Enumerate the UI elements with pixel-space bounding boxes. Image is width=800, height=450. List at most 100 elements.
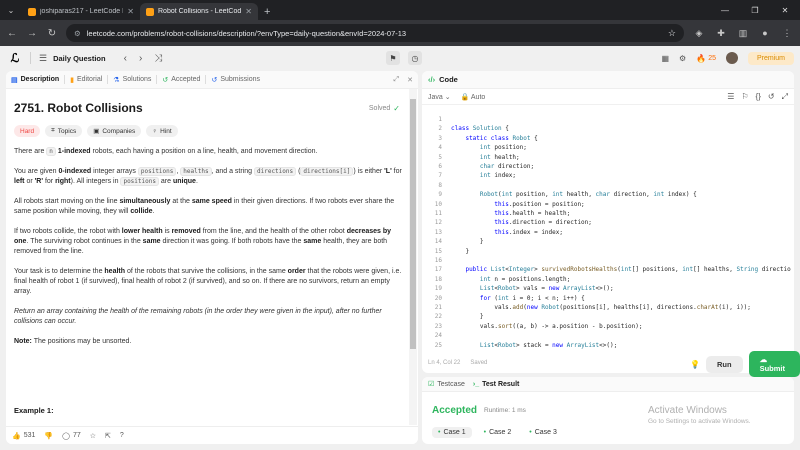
prev-problem-icon[interactable]: ‹ (124, 53, 127, 64)
close-tab-icon[interactable]: ✕ (127, 7, 134, 16)
case-tab-3[interactable]: • Case 3 (523, 427, 563, 438)
case-tab-1[interactable]: • Case 1 (432, 427, 472, 438)
language-select[interactable]: Java ⌄ (428, 93, 451, 101)
panel-close-icon[interactable]: ✕ (407, 76, 413, 84)
code-line[interactable]: 1 (422, 115, 794, 124)
braces-icon[interactable]: {} (756, 92, 761, 102)
menu-dots-icon[interactable]: ⋮ (780, 26, 794, 40)
auto-mode-toggle[interactable]: 🔒 Auto (461, 93, 486, 101)
code-line[interactable]: 17 public List<Integer> survivedRobotsHe… (422, 265, 794, 274)
code-line[interactable]: 4 int position; (422, 143, 794, 152)
code-line[interactable]: 7 int index; (422, 171, 794, 180)
share-icon[interactable]: ⇱ (105, 432, 111, 440)
description-scrollbar[interactable] (409, 89, 417, 425)
extension-icon[interactable]: ◈ (692, 26, 706, 40)
tab-search-icon[interactable]: ⌄ (0, 0, 22, 20)
bookmark-icon[interactable]: ⚐ (741, 92, 748, 102)
code-line[interactable]: 25 List<Robot> stack = new ArrayList<>()… (422, 341, 794, 350)
code-line[interactable]: 22 } (422, 312, 794, 321)
help-icon[interactable]: ? (120, 432, 124, 439)
star-icon[interactable]: ☆ (90, 432, 96, 440)
profile-icon[interactable]: ● (758, 26, 772, 40)
daily-question-label[interactable]: Daily Question (53, 54, 106, 63)
scrollbar-thumb[interactable] (410, 99, 416, 349)
code-line[interactable]: 24 (422, 331, 794, 340)
tab-description[interactable]: ▤ Description (11, 76, 59, 84)
line-number: 25 (434, 341, 442, 349)
code-line[interactable]: 23 vals.sort((a, b) -> a.position - b.po… (422, 322, 794, 331)
code-line[interactable]: 12 this.direction = direction; (422, 218, 794, 227)
tab-accepted[interactable]: ↺ Accepted (162, 76, 200, 84)
problem-title[interactable]: 2751. Robot Collisions (14, 101, 143, 115)
code-text: for (int i = 0; i < n; i++) { (479, 294, 585, 302)
code-line[interactable]: 13 this.index = index; (422, 228, 794, 237)
tab-solutions[interactable]: ⚗ Solutions (113, 76, 151, 84)
maximize-icon[interactable]: ⤢ (394, 76, 400, 84)
code-line[interactable]: 3 static class Robot { (422, 134, 794, 143)
submit-button[interactable]: ☁ Submit (748, 351, 800, 377)
close-window-icon[interactable]: ✕ (770, 0, 800, 20)
list-icon[interactable]: ☰ (39, 53, 47, 64)
fullscreen-icon[interactable]: ⤢ (782, 92, 788, 102)
code-text: } (451, 313, 484, 321)
timer-icon[interactable]: ◷ (408, 51, 422, 65)
tab-testcase[interactable]: ☑ Testcase (428, 380, 465, 389)
run-button[interactable]: Run (705, 355, 743, 373)
forward-icon[interactable]: → (26, 28, 38, 39)
code-line[interactable]: 15 } (422, 247, 794, 256)
code-text: vals.add(new Robot(positions[i], healths… (451, 304, 751, 311)
settings-icon[interactable]: ⚙ (679, 54, 686, 63)
tab-editorial[interactable]: ▮ Editorial (70, 76, 102, 84)
code-line[interactable]: 2 class Solution { (422, 124, 794, 133)
code-line[interactable]: 18 int n = positions.length; (422, 275, 794, 284)
new-tab-button[interactable]: + (258, 3, 276, 20)
streak-counter[interactable]: 🔥 25 (696, 54, 716, 63)
case-tab-2[interactable]: • Case 2 (478, 427, 518, 438)
tab-test-result[interactable]: ›_ Test Result (473, 381, 519, 388)
code-line[interactable]: 6 char direction; (422, 162, 794, 171)
bookmark-star-icon[interactable]: ☆ (668, 28, 676, 39)
code-line[interactable]: 16 (422, 256, 794, 265)
browser-tab-robot-collisions[interactable]: Robot Collisions - LeetCode ✕ (140, 3, 258, 20)
code-line[interactable]: 20 for (int i = 0; i < n; i++) { (422, 294, 794, 303)
avatar[interactable] (725, 52, 738, 64)
code-line[interactable]: 14 } (422, 237, 794, 246)
layout-icon[interactable]: ▦ (661, 54, 669, 63)
back-icon[interactable]: ← (6, 28, 18, 39)
code-line[interactable]: 19 List<Robot> vals = new ArrayList<>(); (422, 284, 794, 293)
code-editor[interactable]: 1 2 class Solution {3 static class Robot {… (422, 107, 794, 355)
next-problem-icon[interactable]: › (139, 53, 142, 64)
leetcode-header: ℒ ☰ Daily Question ‹ › ⤨ ⚑ ◷ ▦ ⚙ 🔥 25 Pre… (0, 46, 800, 70)
tab-submissions[interactable]: ↺ Submissions (211, 76, 260, 84)
browser-tab-profile[interactable]: joshiparas217 - LeetCode Profi ✕ (22, 3, 140, 20)
code-line[interactable]: 21 vals.add(new Robot(positions[i], heal… (422, 303, 794, 312)
reset-icon[interactable]: ↺ (768, 92, 775, 102)
debug-icon[interactable]: ⚑ (386, 51, 400, 65)
notes-icon[interactable]: ☰ (727, 92, 734, 102)
close-tab-icon[interactable]: ✕ (245, 7, 252, 16)
code-line[interactable]: 8 (422, 181, 794, 190)
comment-icon: ◯ (62, 432, 70, 440)
code-line[interactable]: 5 int health; (422, 153, 794, 162)
premium-button[interactable]: Premium (747, 51, 794, 65)
reload-icon[interactable]: ↻ (46, 28, 58, 39)
restore-icon[interactable]: ❐ (740, 0, 770, 20)
shuffle-icon[interactable]: ⤨ (154, 53, 162, 64)
site-info-icon[interactable]: ⚙ (74, 29, 81, 38)
code-line[interactable]: 9 Robot(int position, int health, char d… (422, 190, 794, 199)
lightbulb-icon[interactable]: 💡 (690, 360, 700, 369)
topics-tag[interactable]: ⌗ Topics (45, 125, 83, 137)
puzzle-icon[interactable]: ✚ (714, 26, 728, 40)
code-line[interactable]: 11 this.health = health; (422, 209, 794, 218)
sidebar-icon[interactable]: ▥ (736, 26, 750, 40)
code-line[interactable]: 10 this.position = position; (422, 200, 794, 209)
leetcode-logo-icon[interactable]: ℒ (8, 51, 22, 65)
like-button[interactable]: 👍 531 (12, 432, 35, 440)
hint-tag[interactable]: ♀ Hint (146, 125, 178, 137)
comments-button[interactable]: ◯ 77 (62, 432, 81, 440)
minimize-icon[interactable]: — (710, 0, 740, 20)
companies-tag[interactable]: ▣ Companies (87, 125, 142, 137)
url-field[interactable]: ⚙ leetcode.com/problems/robot-collisions… (66, 24, 684, 42)
thumbs-down-icon[interactable]: 👎 (44, 432, 53, 440)
leetcode-favicon (146, 7, 154, 16)
